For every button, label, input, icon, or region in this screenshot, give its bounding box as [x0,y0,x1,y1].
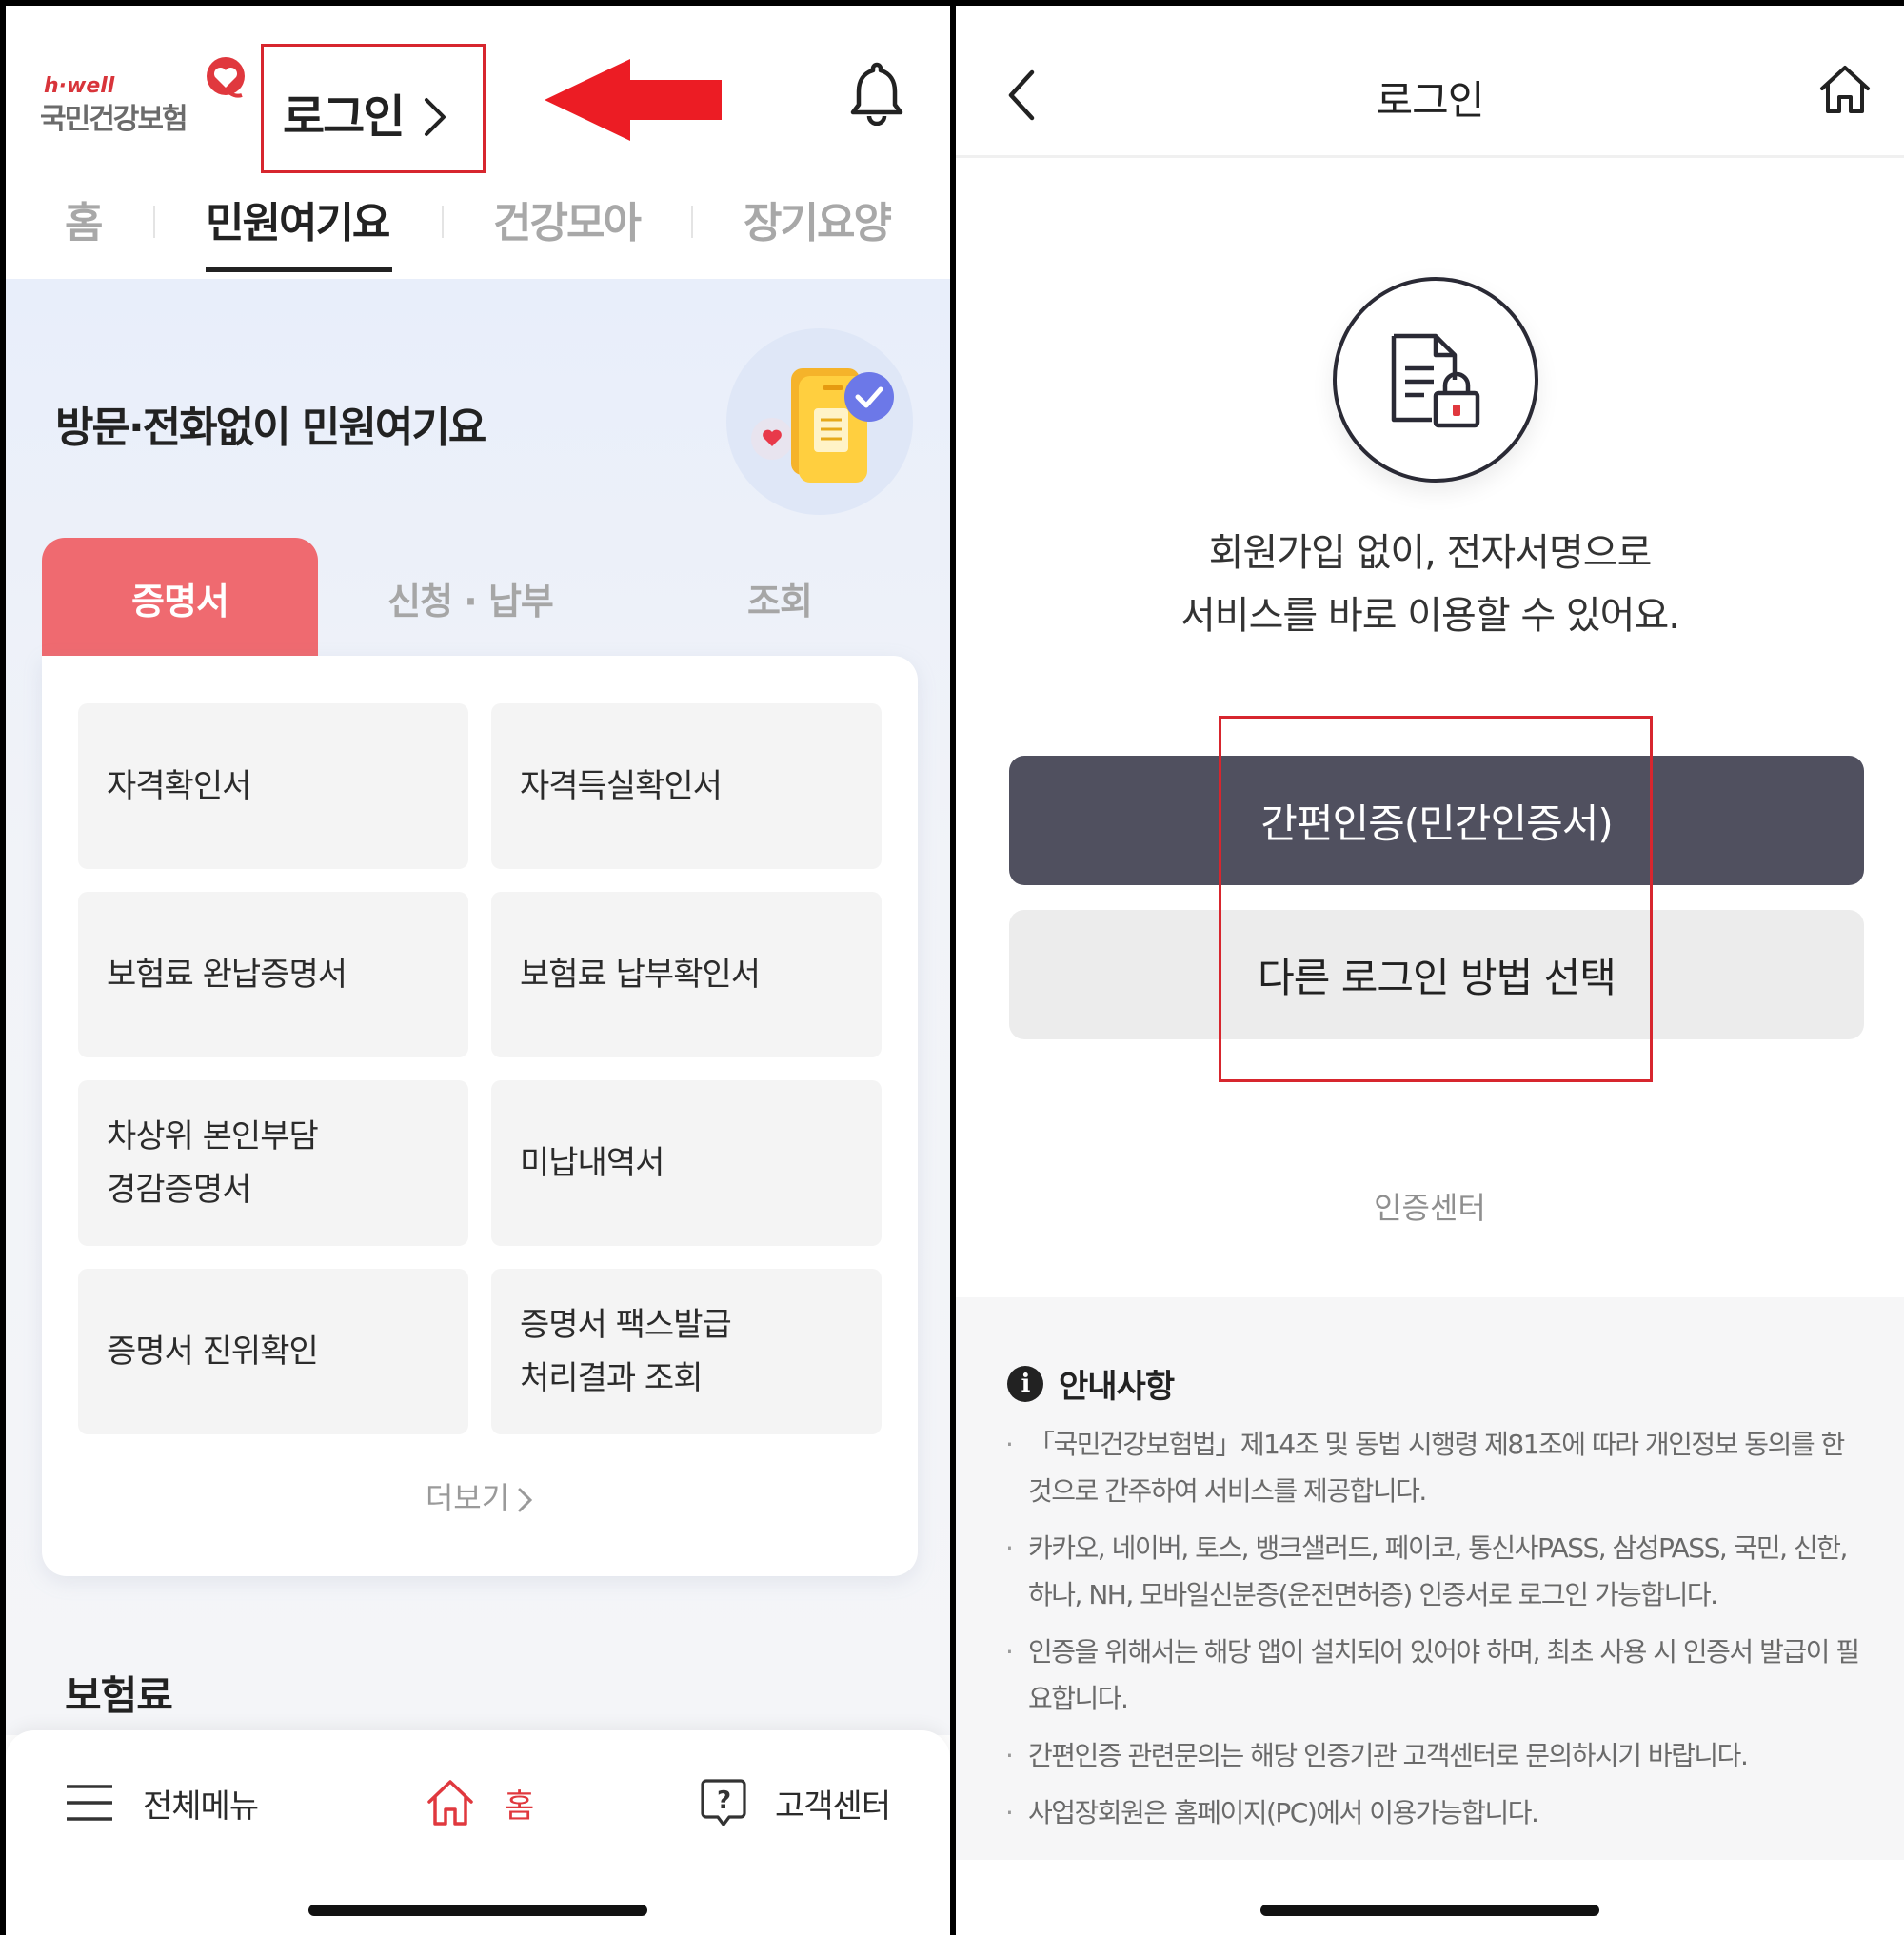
tile-cert-verification[interactable]: 증명서 진위확인 [78,1269,468,1434]
tile-premium-payment-cert[interactable]: 보험료 납부확인서 [491,892,882,1057]
notice-item: 간편인증 관련문의는 해당 인증기관 고객센터로 문의하시기 바랍니다. [1005,1732,1862,1779]
login-link[interactable]: 로그인 [261,44,486,173]
left-screen: h·well 국민건강보험 로그인 홈 민원여기요 건강모아 장기요양 방문·전… [6,6,950,1935]
notice-section: i 안내사항 「국민건강보험법」제14조 및 동법 시행령 제81조에 따라 개… [956,1297,1904,1868]
home-indicator-bar [1260,1905,1599,1916]
tab-long-term-care[interactable]: 장기요양 [744,188,892,249]
bottom-nav-menu-label: 전체메뉴 [143,1787,259,1826]
main-nav-tabs: 홈 민원여기요 건강모아 장기요양 [6,177,950,282]
home-icon [427,1780,473,1826]
svg-text:?: ? [717,1787,730,1815]
notice-list: 「국민건강보험법」제14조 및 동법 시행령 제81조에 따라 개인정보 동의를… [1005,1421,1862,1846]
secure-document-badge [1333,277,1538,483]
nhis-logo[interactable]: h·well 국민건강보험 [40,55,259,141]
tab-health[interactable]: 건강모아 [493,188,642,249]
hamburger-icon [67,1785,112,1821]
more-link-label: 더보기 [425,1480,510,1516]
help-icon: ? [701,1779,746,1826]
page-title: 로그인 [1376,77,1485,124]
bottom-nav-home[interactable]: 홈 [425,1774,534,1831]
civil-service-section: 방문·전화없이 민원여기요 증명서 신청 · 납부 조회 자격확인서 자격득실확… [6,279,950,1735]
right-screen: 로그인 회원가입 없이, 전자서명으로 서비스를 바로 이용할 수 있어요. 간… [956,6,1904,1935]
hero-title: 방문·전화없이 민원여기요 [55,404,486,452]
premium-section-title: 보험료 [65,1672,173,1719]
certificate-category-tabs: 증명서 신청 · 납부 조회 [42,538,918,658]
login-link-label: 로그인 [283,90,405,144]
tile-fax-result-inquiry[interactable]: 증명서 팩스발급 처리결과 조회 [491,1269,882,1434]
active-tab-underline [206,267,392,272]
description-line-2: 서비스를 바로 이용할 수 있어요. [1180,594,1680,638]
bottom-safe-area [956,1860,1904,1935]
phone-document-illustration-icon [726,328,913,515]
red-arrow-annotation [545,59,722,141]
tab-inquiry[interactable]: 조회 [642,538,918,658]
tab-civil-service[interactable]: 민원여기요 [206,188,390,249]
top-bar: h·well 국민건강보험 로그인 [6,6,950,173]
chevron-right-icon [518,1488,533,1512]
info-icon: i [1007,1365,1043,1402]
tab-home[interactable]: 홈 [65,188,104,249]
tile-premium-paid-cert[interactable]: 보험료 완납증명서 [78,892,468,1057]
notice-item: 「국민건강보험법」제14조 및 동법 시행령 제81조에 따라 개인정보 동의를… [1005,1421,1862,1514]
logo-brand-name: 국민건강보험 [40,103,188,136]
bottom-nav-customer-center-label: 고객센터 [775,1787,891,1826]
tab-certificates[interactable]: 증명서 [42,538,318,658]
notice-item: 사업장회원은 홈페이지(PC)에서 이용가능합니다. [1005,1789,1862,1836]
screenshot-frame: h·well 국민건강보험 로그인 홈 민원여기요 건강모아 장기요양 방문·전… [0,0,1904,1935]
description-line-1: 회원가입 없이, 전자서명으로 [1208,531,1653,575]
certificate-card: 자격확인서 자격득실확인서 보험료 완납증명서 보험료 납부확인서 차상위 본인… [42,656,918,1576]
locked-document-icon [1391,333,1480,428]
red-highlight-annotation [1219,716,1653,1082]
bottom-nav-home-label: 홈 [505,1787,534,1826]
tab-divider [153,206,155,238]
heart-logo-icon [207,57,245,98]
home-indicator-bar [308,1905,647,1916]
notice-item: 카카오, 네이버, 토스, 뱅크샐러드, 페이코, 통신사PASS, 삼성PAS… [1005,1525,1862,1618]
cert-center-link[interactable]: 인증센터 [956,1184,1904,1228]
tile-copay-reduction-cert[interactable]: 차상위 본인부담 경감증명서 [78,1080,468,1246]
bell-icon[interactable] [849,59,904,126]
tab-divider [691,206,693,238]
tile-unpaid-statement[interactable]: 미납내역서 [491,1080,882,1246]
bottom-nav-menu[interactable]: 전체메뉴 [65,1774,259,1831]
tab-apply-pay[interactable]: 신청 · 납부 [327,538,613,658]
home-icon[interactable] [1818,63,1872,116]
chevron-right-icon [425,98,446,136]
tile-qualification-history-cert[interactable]: 자격득실확인서 [491,703,882,869]
tile-qualification-cert[interactable]: 자격확인서 [78,703,468,869]
login-description: 회원가입 없이, 전자서명으로 서비스를 바로 이용할 수 있어요. [956,522,1904,647]
login-header: 로그인 [956,6,1904,158]
notice-header: i 안내사항 [1007,1360,1175,1407]
more-link[interactable]: 더보기 [42,1474,918,1518]
notice-item: 인증을 위해서는 해당 앱이 설치되어 있어야 하며, 최초 사용 시 인증서 … [1005,1629,1862,1722]
bottom-nav-customer-center[interactable]: ? 고객센터 [701,1774,891,1831]
bottom-nav: 전체메뉴 홈 ? 고객센터 [6,1730,950,1935]
tab-divider [442,206,444,238]
notice-title: 안내사항 [1059,1368,1175,1406]
